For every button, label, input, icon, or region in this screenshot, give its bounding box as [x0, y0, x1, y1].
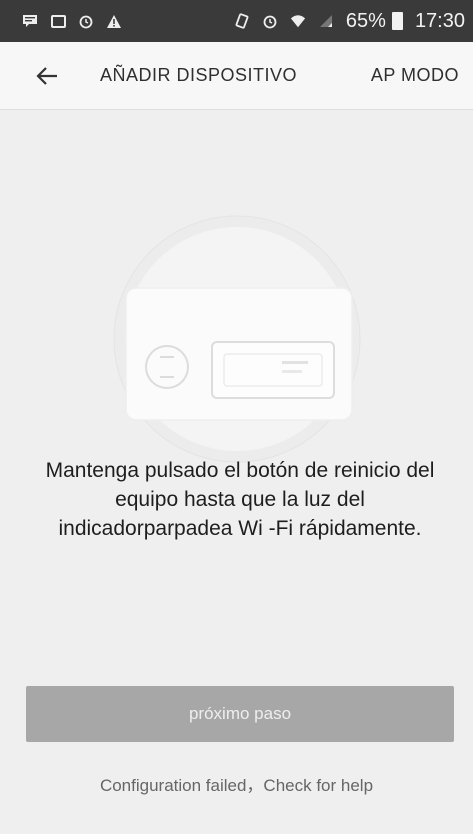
vibrate-icon [234, 13, 250, 29]
alarm-icon [262, 13, 278, 29]
message-icon [22, 13, 38, 29]
help-link[interactable]: Configuration failed，Check for help [0, 771, 473, 796]
battery-icon [391, 12, 403, 30]
status-right-icons: 65% 17:30 [234, 10, 465, 33]
app-header: AÑADIR DISPOSITIVO AP MODO [0, 42, 473, 110]
ap-mode-button[interactable]: AP MODO [371, 65, 459, 86]
instruction-text: Mantenga pulsado el botón de reinicio de… [45, 459, 435, 540]
image-icon [50, 13, 66, 29]
status-bar: 65% 17:30 [0, 0, 473, 42]
device-reset-illustration [112, 214, 362, 464]
page-title: AÑADIR DISPOSITIVO [100, 65, 298, 85]
wifi-icon [290, 13, 306, 29]
warning-icon [106, 13, 122, 29]
next-step-button[interactable]: próximo paso [26, 686, 454, 742]
battery-percentage: 65% [345, 9, 386, 32]
status-left-icons [22, 13, 122, 29]
signal-icon [318, 13, 334, 29]
alarm-icon [78, 13, 94, 29]
back-arrow-icon[interactable] [32, 62, 62, 90]
clock: 17:30 [414, 9, 465, 32]
